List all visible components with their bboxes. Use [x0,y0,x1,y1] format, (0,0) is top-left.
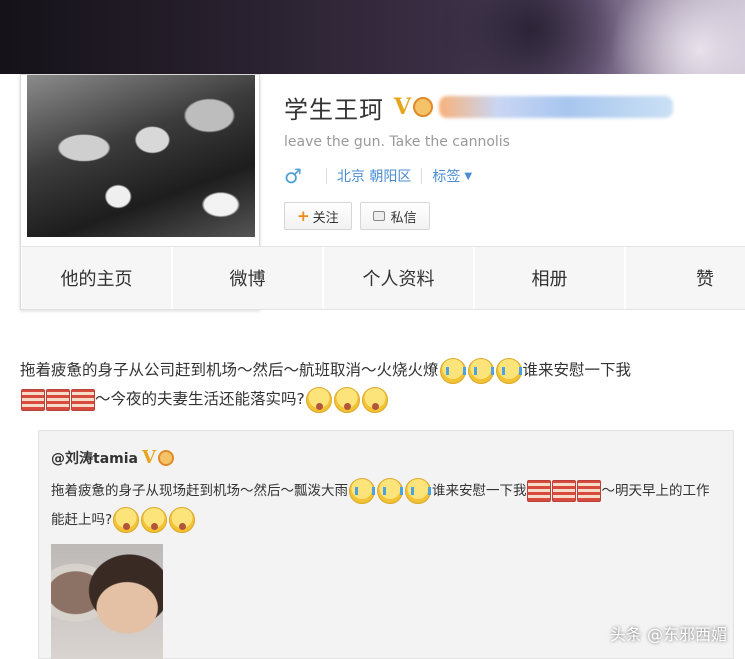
banner-emoji-icon [20,388,45,411]
blurred-badges [439,96,674,118]
follow-button[interactable]: + 关注 [284,202,352,230]
crying-emoji-icon [349,478,375,504]
profile-cover [0,0,745,74]
post-text-part: 谁来安慰一下我 [522,361,632,379]
banner-emoji-icon [552,480,576,502]
watermark: 头条 @东邪西媚 [609,625,727,644]
banner-emoji-icon [577,480,601,502]
avatar[interactable] [27,75,255,237]
male-gender-icon: ♂ [284,164,302,188]
location-link[interactable]: 北京 朝阳区 [337,166,411,186]
profile-actions: + 关注 私信 [284,202,438,230]
banner-emoji-icon [45,388,70,411]
message-icon [372,211,385,221]
profile-name: 学生王珂 [284,95,384,124]
repost-body: 拖着疲惫的身子从现场赶到机场～然后～瓢泼大雨 谁来安慰一下我 ～明天早上的工作能赶上… [51,477,721,535]
banner-emoji-icon [527,480,551,502]
caret-down-icon[interactable]: ▼ [464,171,472,182]
tab-likes[interactable]: 赞 [626,247,744,309]
vip-badge-icon[interactable] [413,97,434,117]
follow-button-label: 关注 [312,210,339,226]
crying-emoji-icon [405,478,431,504]
tags-link[interactable]: 标签 [432,166,460,186]
post-text-part: 拖着疲惫的身子从公司赶到机场～然后～航班取消～火烧火燎 [20,361,439,379]
post-text-part: ～今夜的夫妻生活还能落实吗? [95,390,305,408]
profile-bio: leave the gun. Take the cannolis [284,134,510,150]
surprised-emoji-icon [333,386,360,413]
divider [421,168,423,184]
surprised-emoji-icon [141,507,168,533]
repost-header: @刘涛tamia V [51,447,174,468]
verified-v-icon[interactable]: V [142,447,156,468]
tab-weibo[interactable]: 微博 [173,247,324,309]
cover-highlight [600,0,745,74]
repost-username[interactable]: @刘涛tamia [51,448,138,468]
divider [325,168,327,184]
surprised-emoji-icon [361,386,388,413]
crying-emoji-icon [377,478,403,504]
message-button[interactable]: 私信 [359,202,430,230]
profile-tabs: 他的主页 微博 个人资料 相册 赞 [22,246,745,310]
crying-emoji-icon [495,357,522,384]
message-button-label: 私信 [390,210,417,226]
vip-badge-icon[interactable] [157,449,174,466]
tab-home[interactable]: 他的主页 [22,247,173,309]
repost-text-part: 拖着疲惫的身子从现场赶到机场～然后～瓢泼大雨 [51,483,348,499]
surprised-emoji-icon [169,507,196,533]
surprised-emoji-icon [113,507,140,533]
profile-meta: ♂ 北京 朝阳区 标签 ▼ [284,164,472,188]
name-row: 学生王珂 V [284,90,674,124]
tab-profile-info[interactable]: 个人资料 [324,247,475,309]
repost-photo[interactable] [51,544,163,659]
tab-album[interactable]: 相册 [475,247,626,309]
profile-header: 36 关注 1098531 粉丝 293 微博 学生王珂 V leave the… [0,74,745,310]
post-body: 拖着疲惫的身子从公司赶到机场～然后～航班取消～火烧火燎 谁来安慰一下我 ～今夜的夫… [20,356,725,414]
repost-text-part: 谁来安慰一下我 [432,483,527,499]
verified-v-icon[interactable]: V [394,94,411,120]
crying-emoji-icon [467,357,494,384]
banner-emoji-icon [70,388,95,411]
crying-emoji-icon [439,357,466,384]
surprised-emoji-icon [305,386,332,413]
plus-icon: + [297,207,310,225]
